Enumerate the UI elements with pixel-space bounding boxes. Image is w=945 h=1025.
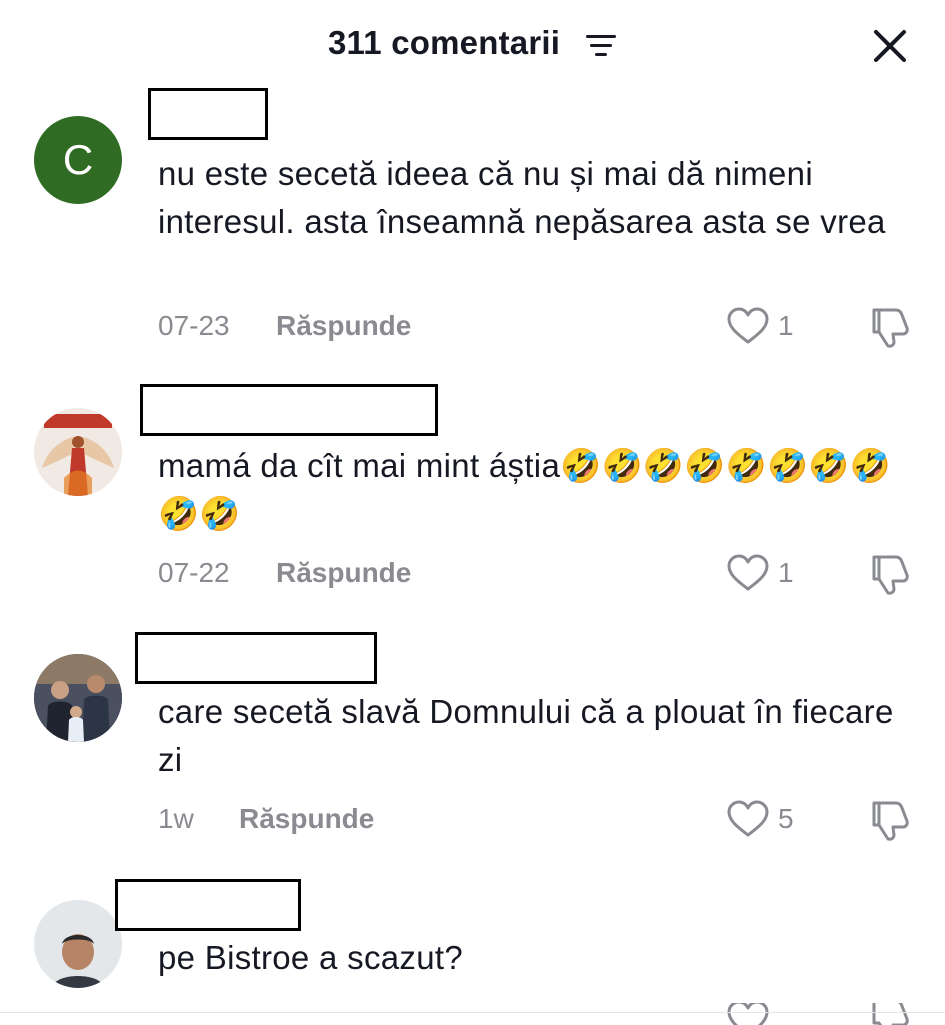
like-count: 1 xyxy=(778,557,794,588)
comments-header: 311 comentarii xyxy=(0,0,945,90)
redacted-username xyxy=(135,632,377,684)
avatar-letter: C xyxy=(62,136,94,183)
reply-button[interactable]: Răspunde xyxy=(239,803,374,835)
comment-text: pe Bistroe a scazut? xyxy=(158,939,463,976)
close-icon[interactable] xyxy=(868,24,912,68)
heart-icon xyxy=(727,307,769,344)
reply-button[interactable]: Răspunde xyxy=(276,557,411,589)
dislike-icon[interactable] xyxy=(866,799,912,843)
dislike-icon[interactable] xyxy=(866,306,912,350)
reply-button[interactable]: Răspunde xyxy=(276,310,411,342)
comment-date: 1w xyxy=(158,803,194,834)
dislike-icon[interactable] xyxy=(866,553,912,597)
bottom-divider xyxy=(0,1012,945,1013)
redacted-username xyxy=(140,384,438,436)
like-count: 1 xyxy=(778,310,794,341)
like-count: 5 xyxy=(778,803,794,834)
partial-meta-row xyxy=(0,1003,945,1025)
profile-photo-man-icon xyxy=(34,900,122,988)
comment-date: 07-22 xyxy=(158,557,230,588)
dislike-icon[interactable] xyxy=(866,1003,912,1025)
avatar[interactable] xyxy=(34,900,122,988)
avatar[interactable] xyxy=(34,654,122,742)
profile-photo-family-icon xyxy=(34,654,122,742)
avatar[interactable] xyxy=(34,408,122,496)
redacted-username xyxy=(115,879,301,931)
like-button[interactable]: 1 xyxy=(726,306,796,346)
heart-icon xyxy=(727,554,769,591)
like-button[interactable]: 1 xyxy=(726,553,796,593)
comment-text: care secetă slavă Domnului că a plouat î… xyxy=(158,693,894,778)
comment-date: 07-23 xyxy=(158,310,230,341)
profile-photo-angel-icon xyxy=(34,408,122,496)
comment-text: nu este secetă ideea că nu și mai dă nim… xyxy=(158,155,886,240)
comment-count-title: 311 comentarii xyxy=(328,24,561,61)
avatar[interactable]: C xyxy=(34,116,122,204)
heart-icon xyxy=(727,800,769,837)
redacted-username xyxy=(148,88,268,140)
heart-icon[interactable] xyxy=(726,1003,770,1025)
like-button[interactable]: 5 xyxy=(726,799,796,839)
comment-text: mamá da cît mai mint áștia🤣🤣🤣🤣🤣🤣🤣🤣🤣🤣 xyxy=(158,447,892,532)
sort-icon[interactable] xyxy=(585,33,619,59)
